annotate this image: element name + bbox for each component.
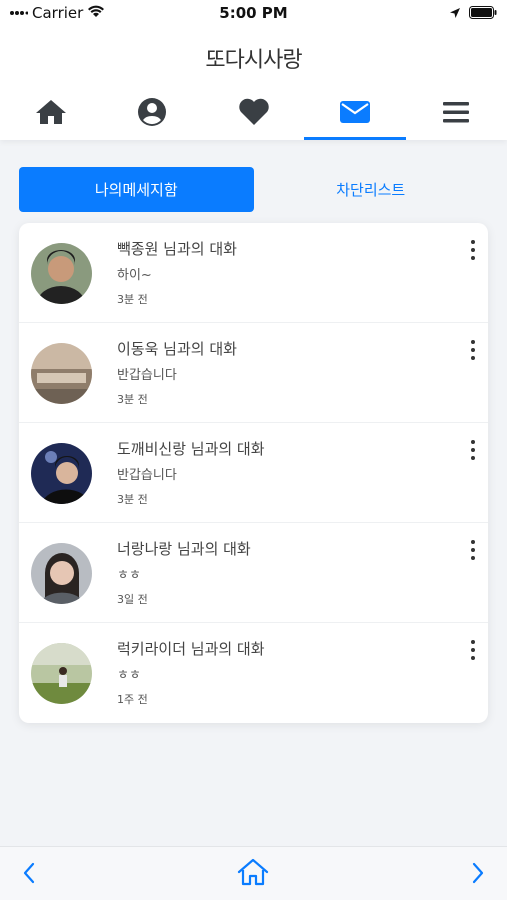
more-options-icon[interactable] bbox=[466, 340, 480, 360]
conversation-title: 럭키라이더 님과의 대화 bbox=[117, 640, 265, 658]
conversation-title: 도깨비신랑 님과의 대화 bbox=[117, 440, 265, 458]
last-message: 반갑습니다 bbox=[117, 468, 177, 483]
message-time: 1주 전 bbox=[117, 693, 148, 706]
conversation-row[interactable]: 빽종원 님과의 대화 하이~ 3분 전 bbox=[19, 223, 488, 323]
more-options-icon[interactable] bbox=[466, 640, 480, 660]
message-time: 3일 전 bbox=[117, 593, 148, 606]
home-outline-icon[interactable] bbox=[236, 857, 270, 891]
message-time: 3분 전 bbox=[117, 393, 148, 406]
nav-home[interactable] bbox=[0, 88, 101, 140]
app-header: Carrier 5:00 PM 또다시사랑 bbox=[0, 0, 507, 140]
mail-icon bbox=[339, 100, 371, 128]
back-chevron-icon[interactable] bbox=[22, 862, 36, 888]
battery-icon bbox=[469, 5, 497, 23]
conversation-title: 빽종원 님과의 대화 bbox=[117, 240, 237, 258]
avatar bbox=[31, 443, 92, 504]
last-message: ㅎㅎ bbox=[117, 668, 141, 683]
conversation-title: 너랑나랑 님과의 대화 bbox=[117, 540, 251, 558]
location-arrow-icon bbox=[449, 5, 461, 23]
tab-block-list[interactable]: 차단리스트 bbox=[254, 167, 489, 212]
nav-profile[interactable] bbox=[101, 88, 202, 140]
nav-menu[interactable] bbox=[406, 88, 507, 140]
heart-icon bbox=[238, 98, 270, 130]
last-message: 하이~ bbox=[117, 268, 152, 283]
forward-chevron-icon[interactable] bbox=[471, 862, 485, 888]
tab-my-messages[interactable]: 나의메세지함 bbox=[19, 167, 254, 212]
app-logo: 또다시사랑 bbox=[205, 48, 302, 73]
menu-icon bbox=[442, 100, 470, 128]
home-icon bbox=[34, 98, 68, 130]
more-options-icon[interactable] bbox=[466, 440, 480, 460]
avatar bbox=[31, 343, 92, 404]
status-time: 5:00 PM bbox=[219, 4, 288, 22]
nav-messages[interactable] bbox=[304, 88, 407, 140]
profile-icon bbox=[137, 97, 167, 131]
conversation-title: 이동욱 님과의 대화 bbox=[117, 340, 237, 358]
conversation-row[interactable]: 이동욱 님과의 대화 반갑습니다 3분 전 bbox=[19, 323, 488, 423]
avatar bbox=[31, 543, 92, 604]
status-bar: Carrier 5:00 PM bbox=[0, 0, 507, 28]
message-time: 3분 전 bbox=[117, 493, 148, 506]
last-message: 반갑습니다 bbox=[117, 368, 177, 383]
message-tabs: 나의메세지함 차단리스트 bbox=[19, 167, 488, 212]
avatar bbox=[31, 643, 92, 704]
more-options-icon[interactable] bbox=[466, 240, 480, 260]
last-message: ㅎㅎ bbox=[117, 568, 141, 583]
nav-favorites[interactable] bbox=[203, 88, 304, 140]
top-nav bbox=[0, 88, 507, 140]
conversation-row[interactable]: 도깨비신랑 님과의 대화 반갑습니다 3분 전 bbox=[19, 423, 488, 523]
browser-toolbar bbox=[0, 846, 507, 900]
more-options-icon[interactable] bbox=[466, 540, 480, 560]
status-right bbox=[449, 5, 497, 23]
message-time: 3분 전 bbox=[117, 293, 148, 306]
conversation-row[interactable]: 럭키라이더 님과의 대화 ㅎㅎ 1주 전 bbox=[19, 623, 488, 723]
avatar bbox=[31, 243, 92, 304]
conversation-list: 빽종원 님과의 대화 하이~ 3분 전 이동욱 님과의 대화 반갑습니다 3분 … bbox=[19, 223, 488, 723]
conversation-row[interactable]: 너랑나랑 님과의 대화 ㅎㅎ 3일 전 bbox=[19, 523, 488, 623]
